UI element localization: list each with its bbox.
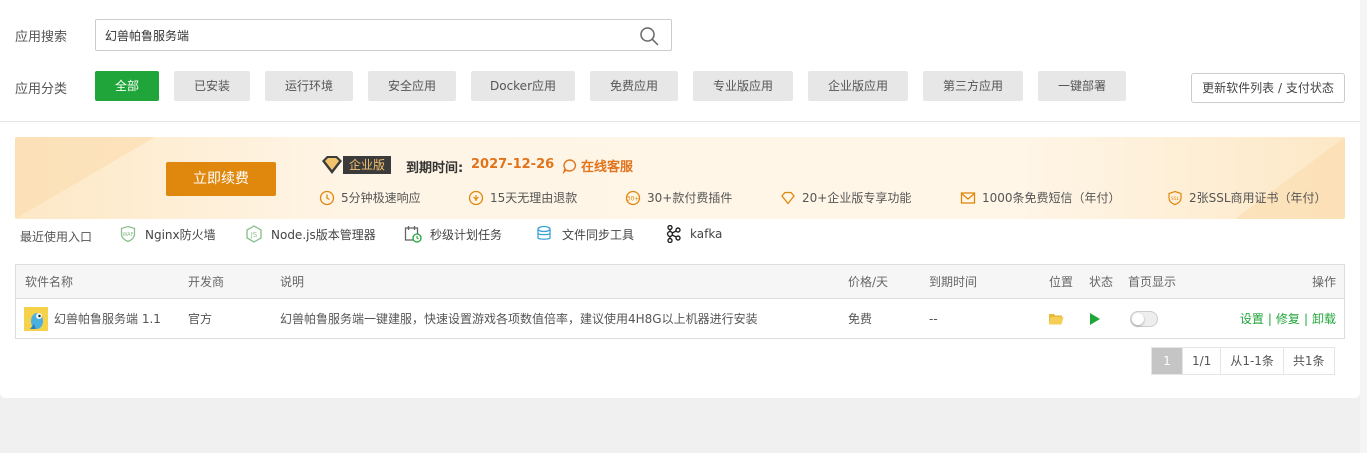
perk-ssl: SSL 2张SSL商用证书（年付） [1167, 189, 1327, 206]
calendar-clock-icon [404, 226, 422, 243]
online-service-label: 在线客服 [581, 160, 634, 175]
home-display-cell [1130, 299, 1158, 338]
diamond-icon [322, 156, 342, 174]
perk-enterprise-features: 20+企业版专享功能 [780, 189, 911, 206]
header-description: 说明 [280, 275, 305, 289]
search-icon[interactable] [639, 26, 659, 46]
category-one-click[interactable]: 一键部署 [1038, 71, 1126, 101]
page-scrollbar[interactable] [1360, 0, 1367, 453]
online-service-link[interactable]: 在线客服 [562, 156, 633, 175]
kafka-icon [666, 225, 681, 243]
recent-kafka[interactable]: kafka [664, 225, 722, 243]
page-total: 共1条 [1282, 348, 1334, 374]
category-all[interactable]: 全部 [95, 71, 159, 101]
category-runtime[interactable]: 运行环境 [265, 71, 353, 101]
palworld-app-icon [24, 306, 48, 331]
perk-refund: 15天无理由退款 [468, 189, 577, 206]
header-name[interactable]: 软件名称 [25, 265, 73, 298]
software-table: 软件名称 开发商 说明 价格/天 到期时间 位置 状态 首页显示 操作 幻兽帕鲁… [15, 264, 1345, 339]
perk-fast-response: 5分钟极速响应 [319, 189, 421, 206]
category-installed[interactable]: 已安装 [174, 71, 250, 101]
search-input[interactable] [96, 20, 616, 50]
header-status: 状态 [1089, 275, 1114, 289]
app-name: 幻兽帕鲁服务端 1.1 [54, 312, 161, 326]
clock-icon [319, 190, 335, 205]
app-name-cell[interactable]: 幻兽帕鲁服务端 1.1 [24, 299, 161, 338]
search-box[interactable] [95, 19, 672, 51]
svg-text:JS: JS [250, 231, 258, 239]
recent-entry-label: 最近使用入口 [20, 229, 93, 244]
refund-icon [468, 190, 484, 205]
header-operations: 操作 [1311, 275, 1336, 289]
home-display-toggle[interactable] [1130, 310, 1158, 327]
category-security[interactable]: 安全应用 [368, 71, 456, 101]
category-label: 应用分类 [15, 82, 68, 97]
page-count: 1/1 [1182, 348, 1220, 374]
enterprise-badge: 企业版 [319, 155, 392, 175]
separator: | [1267, 311, 1272, 326]
header-location: 位置 [1049, 275, 1074, 289]
header-price[interactable]: 价格/天 [848, 265, 888, 298]
nodejs-icon: JS [246, 225, 262, 243]
header-vendor: 开发商 [188, 275, 225, 289]
category-pro[interactable]: 专业版应用 [693, 71, 793, 101]
waf-shield-icon: WAF [120, 225, 136, 243]
software-store-panel: 应用搜索 应用分类 全部 已安装 运行环境 安全应用 Docker应用 免费应用… [0, 0, 1360, 398]
category-third-party[interactable]: 第三方应用 [923, 71, 1023, 101]
app-price: 免费 [848, 312, 873, 326]
svg-text:SSL: SSL [1171, 196, 1180, 202]
expire-date: 2027-12-26 [471, 157, 555, 172]
refresh-software-list-button[interactable]: 更新软件列表 / 支付状态 [1191, 73, 1345, 103]
chat-icon [562, 158, 577, 174]
plugin-icon: 30+ [625, 190, 641, 205]
edition-tag: 企业版 [343, 156, 392, 174]
diamond-outline-icon [781, 191, 795, 205]
category-free[interactable]: 免费应用 [590, 71, 678, 101]
category-enterprise[interactable]: 企业版应用 [808, 71, 908, 101]
status-running[interactable] [1090, 299, 1100, 338]
recent-nodejs-manager[interactable]: JS Node.js版本管理器 [245, 225, 376, 243]
settings-link[interactable]: 设置 [1240, 310, 1264, 327]
header-home-display: 首页显示 [1128, 275, 1177, 289]
header-expire[interactable]: 到期时间 [929, 265, 977, 298]
uninstall-link[interactable]: 卸载 [1312, 310, 1336, 327]
recent-crontab[interactable]: 秒级计划任务 [404, 225, 502, 243]
play-icon [1090, 312, 1100, 325]
table-row: 幻兽帕鲁服务端 1.1 官方 幻兽帕鲁服务端一键建服，快速设置游戏各项数值倍率，… [16, 299, 1344, 338]
folder-icon [1049, 313, 1064, 324]
table-header: 软件名称 开发商 说明 价格/天 到期时间 位置 状态 首页显示 操作 [16, 265, 1344, 299]
banner-decoration-right [1235, 137, 1345, 219]
banner-decoration-left [15, 137, 155, 219]
recent-nginx-firewall[interactable]: WAF Nginx防火墙 [119, 225, 216, 243]
category-docker[interactable]: Docker应用 [471, 71, 575, 101]
svg-text:30+: 30+ [627, 195, 640, 202]
recent-file-sync[interactable]: 文件同步工具 [536, 225, 634, 243]
divider [0, 121, 1360, 122]
app-description: 幻兽帕鲁服务端一键建服，快速设置游戏各项数值倍率，建议使用4H8G以上机器进行安… [280, 312, 758, 326]
expire-label: 到期时间: [406, 161, 464, 176]
perk-sms: 1000条免费短信（年付） [960, 189, 1121, 206]
pagination: 1 1/1 从1-1条 共1条 [1151, 347, 1335, 375]
mail-icon [960, 191, 976, 204]
ssl-shield-icon: SSL [1168, 190, 1182, 205]
page-range: 从1-1条 [1220, 348, 1283, 374]
repair-link[interactable]: 修复 [1276, 310, 1300, 327]
open-folder-button[interactable] [1048, 299, 1064, 338]
database-sync-icon [537, 225, 551, 240]
page-current[interactable]: 1 [1152, 348, 1182, 374]
separator: | [1303, 311, 1308, 326]
perk-plugins: 30+ 30+款付费插件 [625, 190, 733, 205]
operations-cell: 设置 | 修复 | 卸载 [1240, 299, 1336, 338]
renew-button[interactable]: 立即续费 [166, 162, 276, 196]
app-expire: -- [929, 311, 938, 326]
svg-text:WAF: WAF [123, 232, 134, 238]
enterprise-banner: 立即续费 企业版 到期时间: 2027-12-26 在线客服 5分钟极速响应 1… [15, 137, 1345, 219]
app-vendor: 官方 [188, 312, 213, 326]
search-label: 应用搜索 [15, 30, 68, 45]
